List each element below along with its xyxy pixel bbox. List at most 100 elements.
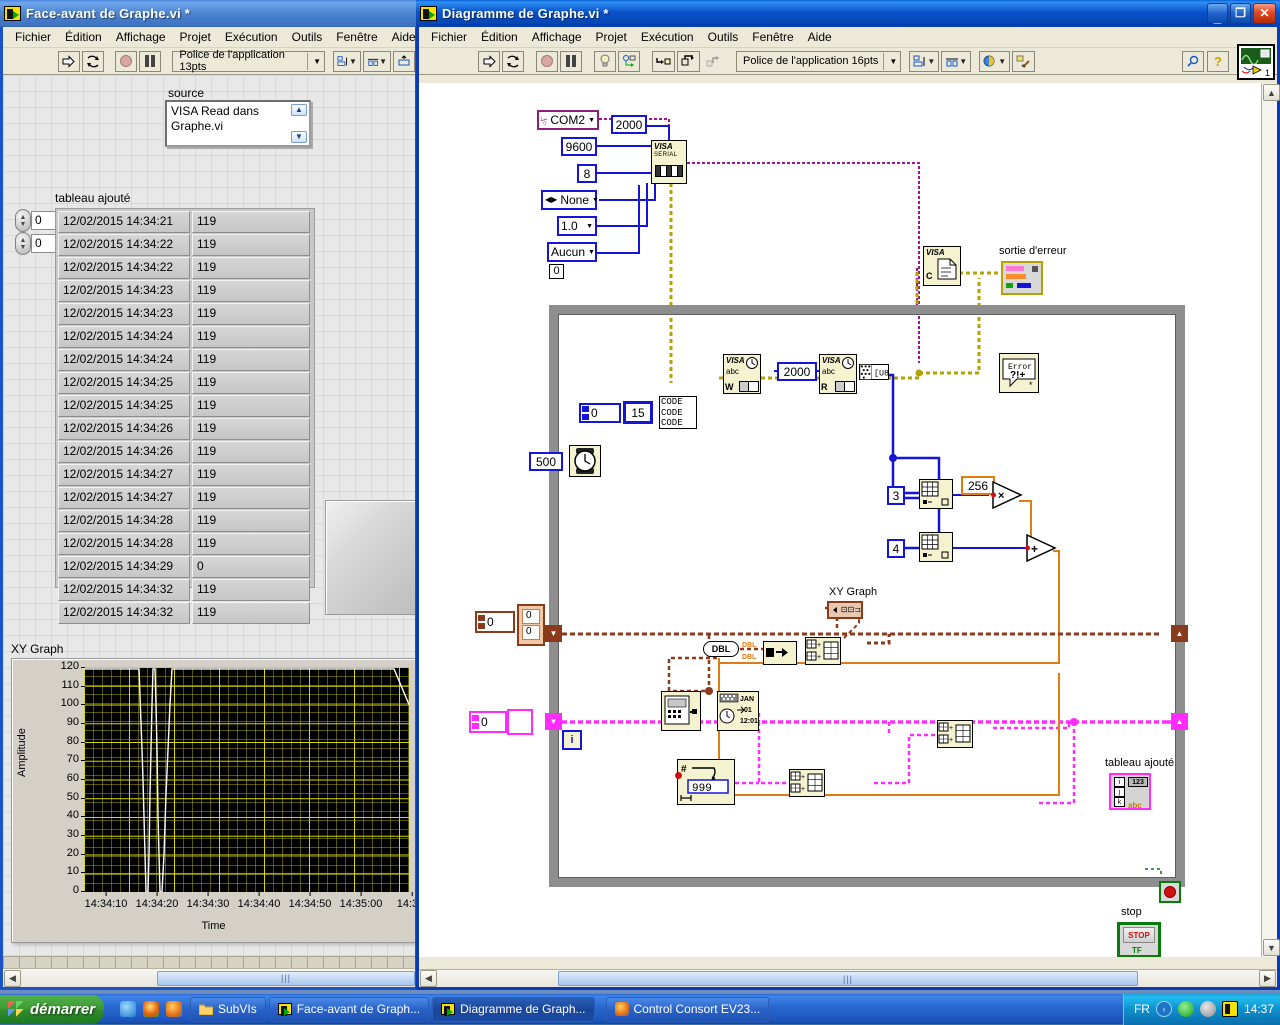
run-button[interactable] [478,50,500,72]
build-array-node-bottom[interactable]: + + [789,769,825,797]
abort-button[interactable] [115,50,138,72]
table-cell-value[interactable]: 119 [192,441,310,463]
xy-graph-plot-area[interactable]: 120 110 100 90 80 70 60 50 40 30 20 10 0 14:34:10 14:… [61,660,415,910]
get-datetime-node[interactable] [661,691,701,731]
window-buttons[interactable]: _ ❐ ✕ [1207,3,1278,24]
network-icon[interactable] [1177,1001,1194,1017]
table-row[interactable]: 12/02/2015 14:34:24 119 [57,325,313,348]
show-hidden-icon[interactable]: ‹ [1155,1001,1172,1017]
table-cell-timestamp[interactable]: 12/02/2015 14:34:29 [58,556,190,578]
table-row[interactable]: 12/02/2015 14:34:22 119 [57,233,313,256]
cleanup-diagram-button[interactable] [1012,50,1036,72]
taskbar-item-front-panel[interactable]: Face-avant de Graph... [268,996,430,1022]
bd-menu-affichage[interactable]: Affichage [525,29,589,45]
data-bits-constant[interactable]: 8 [577,164,597,183]
visa-configure-serial-port-node[interactable]: VISA SERIAL [651,140,687,184]
table-cell-timestamp[interactable]: 12/02/2015 14:34:27 [58,487,190,509]
loop-iteration-terminal[interactable]: i [562,730,582,750]
search-button[interactable] [1182,50,1204,72]
table-cell-timestamp[interactable]: 12/02/2015 14:34:26 [58,418,190,440]
shift-reg-array-top[interactable]: 0 0 [517,604,545,646]
table-cell-value[interactable]: 119 [192,372,310,394]
string-to-byte-array-node[interactable]: [U8] [859,364,889,380]
table-cell-value[interactable]: 119 [192,579,310,601]
simple-error-handler-node[interactable]: Error ?!+ * [999,353,1039,393]
front-panel-titlebar[interactable]: Face-avant de Graphe.vi * [0,0,418,27]
context-help-button[interactable]: ? [1207,50,1229,72]
highlight-execution-button[interactable] [594,50,616,72]
chevron-down-icon[interactable]: ▼ [586,223,593,230]
fp-menu-edition[interactable]: Édition [58,29,109,45]
loop-stop-condition-terminal[interactable] [1159,881,1181,903]
multiplier-constant[interactable]: 256 [961,476,995,495]
shift-reg-array-bottom[interactable] [507,709,533,735]
distribute-objects-button[interactable]: ▼ [941,50,972,72]
source-indicator[interactable]: VISA Read dans Graphe.vi ▲ ▼ [165,100,311,147]
format-datetime-node[interactable]: JAN 01 12:01 [717,691,759,731]
build-array-node-right[interactable]: + + [937,720,973,748]
table-cell-value[interactable]: 119 [192,418,310,440]
tray-language[interactable]: FR [1134,1002,1150,1016]
table-row[interactable]: 12/02/2015 14:34:27 119 [57,486,313,509]
bd-menu-projet[interactable]: Projet [589,29,634,45]
multiply-node[interactable]: × [991,480,1023,510]
run-continuously-button[interactable] [502,50,524,72]
xy-graph-terminal[interactable]: ⊡⊡⊐ [827,601,863,619]
front-panel-menubar[interactable]: Fichier Édition Affichage Projet Exécuti… [3,27,416,48]
table-cell-value[interactable]: 0 [192,556,310,578]
stop-bits-ring[interactable]: 1.0 ▼ [557,216,597,236]
table-row[interactable]: 12/02/2015 14:34:24 119 [57,348,313,371]
scroll-up-icon[interactable]: ▲ [1263,84,1280,101]
pause-button[interactable] [560,50,582,72]
bd-menu-edition[interactable]: Édition [474,29,525,45]
block-diagram-titlebar[interactable]: Diagramme de Graphe.vi * _ ❐ ✕ [416,0,1280,27]
scroll-right-icon[interactable]: ▶ [1259,970,1276,987]
block-diagram-menubar[interactable]: Fichier Édition Affichage Projet Exécuti… [419,27,1277,48]
taskbar-item-subvis[interactable]: SubVIs [190,996,266,1022]
chrome-icon[interactable] [143,1001,159,1017]
scroll-down-icon[interactable]: ▼ [1263,939,1280,956]
abort-button[interactable] [536,50,558,72]
run-button[interactable] [57,50,80,72]
bd-menu-fenetre[interactable]: Fenêtre [745,29,800,45]
block-diagram-toolbar[interactable]: Police de l'application 16pts ▼ ▼ ▼ ▼ ? [419,48,1277,75]
table-cell-timestamp[interactable]: 12/02/2015 14:34:21 [58,211,190,233]
table-cell-value[interactable]: 119 [192,257,310,279]
shift-register-right-bottom[interactable]: ▲ [1171,713,1188,730]
align-objects-button[interactable]: ▼ [909,50,940,72]
index-lo-constant[interactable]: 4 [887,539,905,558]
bd-menu-fichier[interactable]: Fichier [424,29,474,45]
string-index-constant[interactable]: 0 [579,403,621,423]
volume-icon[interactable] [1199,1001,1216,1017]
table-cell-timestamp[interactable]: 12/02/2015 14:34:22 [58,234,190,256]
table-cell-value[interactable]: 119 [192,602,310,624]
bd-menu-aide[interactable]: Aide [801,29,839,45]
vi-icon-pane[interactable]: 1 [1237,44,1275,80]
table-cell-timestamp[interactable]: 12/02/2015 14:34:27 [58,464,190,486]
quick-launch-bar[interactable] [112,1001,190,1017]
source-scroll-up-icon[interactable]: ▲ [291,104,307,116]
dbl-type-label[interactable]: DBL [703,641,739,657]
visa-close-node[interactable]: VISA C [923,246,961,286]
block-diagram-vscrollbar[interactable]: ▲ ▼ [1261,83,1280,957]
bd-menu-outils[interactable]: Outils [701,29,746,45]
table-cell-timestamp[interactable]: 12/02/2015 14:34:23 [58,303,190,325]
firefox-icon[interactable] [166,1001,182,1017]
block-diagram-hscrollbar[interactable]: ◀ ||| ▶ [419,969,1277,987]
bd-hscroll-thumb[interactable]: ||| [558,971,1138,986]
shift-reg-index-top[interactable]: 0 [475,611,515,633]
table-cell-timestamp[interactable]: 12/02/2015 14:34:32 [58,602,190,624]
table-row[interactable]: 12/02/2015 14:34:21 119 [57,210,313,233]
visa-write-node[interactable]: VISA abc W [723,354,761,394]
table-cell-value[interactable]: 119 [192,349,310,371]
table-cell-value[interactable]: 119 [192,533,310,555]
table-row[interactable]: 12/02/2015 14:34:28 119 [57,532,313,555]
error-out-indicator[interactable] [1001,261,1043,295]
shift-register-left-top[interactable]: ▼ [545,625,562,642]
table-cell-value[interactable]: 119 [192,326,310,348]
wait-ms-constant[interactable]: 500 [529,452,563,471]
table-cell-timestamp[interactable]: 12/02/2015 14:34:24 [58,349,190,371]
reorder-button[interactable]: ▼ [979,50,1011,72]
table-cell-value[interactable]: 119 [192,510,310,532]
bd-menu-execution[interactable]: Exécution [634,29,701,45]
